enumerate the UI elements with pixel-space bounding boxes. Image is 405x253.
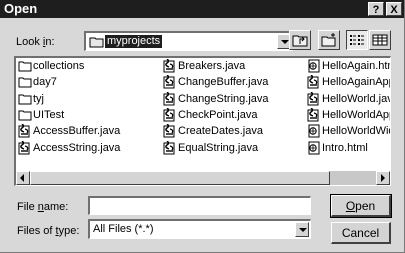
- java-file-icon: [163, 91, 177, 106]
- scroll-right-icon[interactable]: [376, 171, 390, 185]
- list-view-icon: [350, 35, 364, 45]
- file-name-text: EqualString.java: [178, 141, 259, 154]
- look-in-value: myprojects: [105, 35, 163, 48]
- file-name-input[interactable]: [91, 199, 291, 212]
- file-name-text: AccessString.java: [33, 141, 121, 154]
- java-file-icon: [307, 107, 321, 122]
- title-bar[interactable]: Open ? X: [0, 0, 404, 18]
- file-name-text: HelloAgain.html: [322, 60, 390, 72]
- chevron-down-icon[interactable]: [295, 222, 309, 237]
- file-name-text: ChangeBuffer.java: [178, 76, 269, 89]
- folder-icon: [18, 92, 32, 106]
- html-file-icon: [307, 141, 321, 155]
- java-file-icon: [307, 91, 321, 106]
- file-name-text: day7: [33, 76, 57, 89]
- cancel-button[interactable]: Cancel: [331, 222, 391, 244]
- scrollbar-thumb[interactable]: [30, 171, 330, 185]
- close-button[interactable]: X: [386, 2, 402, 16]
- file-name-text: CheckPoint.java: [178, 108, 258, 121]
- details-view-button[interactable]: [369, 30, 391, 50]
- file-name-label: File name:: [17, 201, 69, 213]
- up-folder-icon: [292, 35, 308, 47]
- help-button[interactable]: ?: [368, 2, 384, 16]
- file-name-text: HelloWorldApplet.: [322, 108, 390, 121]
- open-dialog: Open ? X Look in: myprojects collections…: [0, 0, 405, 253]
- html-file-icon: [307, 59, 321, 73]
- java-file-icon: [163, 107, 177, 122]
- java-file-icon: [163, 139, 177, 155]
- up-one-level-button[interactable]: [289, 30, 311, 50]
- window-title: Open: [4, 1, 38, 16]
- list-view-button[interactable]: [346, 30, 368, 50]
- folder-icon: [18, 59, 32, 73]
- horizontal-scrollbar[interactable]: [16, 171, 390, 185]
- details-view-icon: [372, 34, 388, 46]
- file-name-text: ChangeString.java: [178, 92, 269, 105]
- new-folder-icon: [321, 33, 336, 47]
- java-file-icon: [18, 123, 32, 138]
- file-name-text: tyj: [33, 92, 44, 105]
- file-name-field[interactable]: [88, 196, 311, 215]
- scroll-left-icon[interactable]: [16, 171, 30, 185]
- file-name-text: HelloWorld.java: [322, 92, 390, 105]
- folder-icon: [89, 37, 104, 48]
- html-file-icon: [307, 124, 321, 138]
- file-name-text: collections: [33, 60, 85, 72]
- look-in-label: Look in:: [16, 36, 55, 48]
- java-file-icon: [18, 139, 32, 155]
- open-button[interactable]: Open: [330, 194, 392, 218]
- file-name-text: CreateDates.java: [178, 125, 263, 138]
- look-in-dropdown[interactable]: myprojects: [84, 31, 293, 51]
- file-name-text: Intro.html: [322, 141, 368, 154]
- files-of-type-dropdown[interactable]: All Files (*.*): [88, 219, 311, 239]
- folder-icon: [18, 108, 32, 122]
- files-of-type-label: Files of type:: [17, 225, 80, 237]
- file-name-text: Breakers.java: [178, 60, 246, 72]
- file-list[interactable]: collections day7 tyj UITest AccessBuffer.jav…: [14, 56, 391, 186]
- file-name-text: AccessBuffer.java: [33, 125, 121, 138]
- java-file-icon: [163, 74, 177, 89]
- java-file-icon: [307, 74, 321, 89]
- files-of-type-value: All Files (*.*): [93, 223, 154, 235]
- file-name-text: HelloWorldWideW: [322, 125, 390, 138]
- java-file-icon: [163, 58, 177, 73]
- java-file-icon: [163, 123, 177, 138]
- new-folder-button[interactable]: [318, 30, 340, 50]
- file-name-text: HelloAgainApplet.: [322, 76, 390, 89]
- file-name-text: UITest: [33, 108, 65, 121]
- folder-icon: [18, 75, 32, 89]
